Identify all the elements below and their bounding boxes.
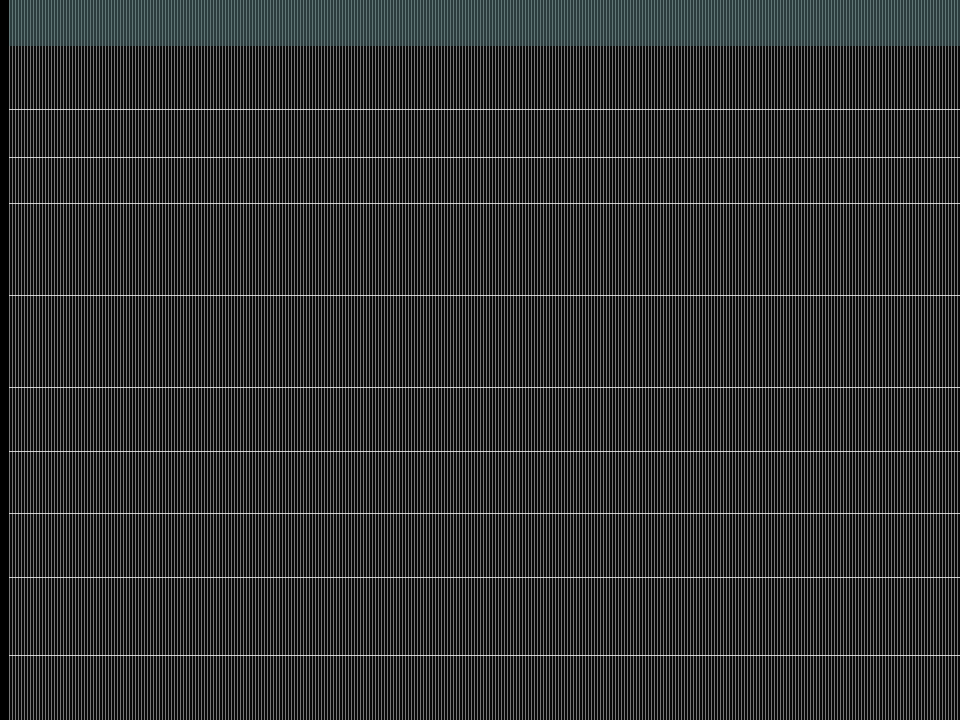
content-row (9, 388, 960, 452)
content-row (9, 514, 960, 578)
content-row (9, 656, 960, 720)
content-row (9, 46, 960, 110)
content-row (9, 158, 960, 204)
app-window (0, 0, 960, 720)
content-row (9, 578, 960, 656)
left-rail (0, 0, 9, 720)
content-row (9, 110, 960, 158)
content-row (9, 204, 960, 296)
top-bar (0, 0, 960, 46)
content-row (9, 296, 960, 388)
content-row (9, 452, 960, 514)
